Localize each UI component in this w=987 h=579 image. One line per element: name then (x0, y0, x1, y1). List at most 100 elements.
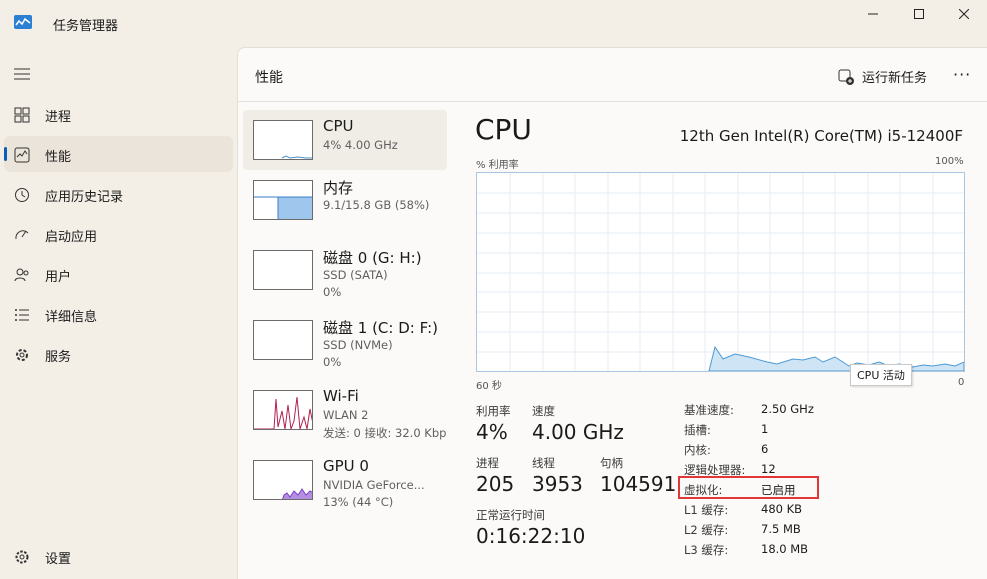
startup-icon (13, 226, 31, 244)
settings-label: 设置 (45, 552, 72, 567)
nav-label: 进程 (45, 110, 72, 125)
uptime-label: 正常运行时间 (476, 508, 545, 522)
spec-value: 2.50 GHz (761, 402, 814, 416)
device-item-gpu-0[interactable]: GPU 0 NVIDIA GeForce... 13% (44 °C) (243, 450, 447, 510)
run-task-label: 运行新任务 (862, 71, 928, 86)
nav-label: 用户 (45, 270, 72, 285)
run-task-icon (838, 69, 854, 85)
speed-label: 速度 (532, 404, 555, 418)
device-item-disk-1[interactable]: 磁盘 1 (C: D: F:) SSD (NVMe) 0% (243, 310, 447, 370)
page-title: 性能 (255, 70, 283, 86)
device-sub2: 发送: 0 接收: 32.0 Kbp (323, 426, 447, 440)
gpu-thumbnail (253, 460, 313, 500)
cpu-model: 12th Gen Intel(R) Core(TM) i5-12400F (679, 127, 963, 145)
nav-label: 性能 (45, 150, 72, 165)
processes-icon (13, 106, 31, 124)
nav-item-settings[interactable]: 设置 (4, 538, 233, 574)
device-sub: SSD (NVMe) (323, 338, 393, 352)
device-sub2: 0% (323, 355, 342, 369)
wifi-thumbnail (253, 390, 313, 430)
users-icon (13, 266, 31, 284)
util-label: 利用率 (476, 404, 511, 418)
device-sub2: 0% (323, 285, 342, 299)
handle-label: 句柄 (600, 456, 623, 470)
handle-value: 104591 (600, 472, 677, 496)
services-icon (13, 346, 31, 364)
spec-key: L2 缓存: (684, 523, 729, 537)
nav-item-startup[interactable]: 启动应用 (4, 216, 233, 252)
nav-label: 应用历史记录 (45, 190, 124, 205)
proc-value: 205 (476, 472, 515, 496)
maximize-button[interactable] (896, 0, 942, 28)
cpu-heading: CPU (475, 113, 532, 146)
device-sub2: 13% (44 °C) (323, 495, 394, 509)
gear-icon (13, 548, 31, 566)
nav-item-performance[interactable]: 性能 (4, 136, 233, 172)
uptime-value: 0:16:22:10 (476, 524, 586, 548)
title-bar: 任务管理器 (0, 0, 987, 46)
device-name: Wi-Fi (323, 387, 359, 405)
spec-value: 480 KB (761, 502, 803, 516)
proc-label: 进程 (476, 456, 499, 470)
device-sub: 4% 4.00 GHz (323, 138, 398, 152)
active-indicator (4, 147, 7, 161)
spec-key: 基准速度: (684, 403, 734, 417)
memory-thumbnail (253, 180, 313, 220)
device-name: CPU (323, 117, 354, 135)
nav-item-app-history[interactable]: 应用历史记录 (4, 176, 233, 212)
spec-value: 6 (761, 442, 769, 456)
nav-item-services[interactable]: 服务 (4, 336, 233, 372)
spec-key: L3 缓存: (684, 543, 729, 557)
device-item-disk-0[interactable]: 磁盘 0 (G: H:) SSD (SATA) 0% (243, 240, 447, 300)
nav-item-processes[interactable]: 进程 (4, 96, 233, 132)
spec-value: 1 (761, 422, 769, 436)
device-sub: NVIDIA GeForce... (323, 478, 425, 492)
disk0-thumbnail (253, 250, 313, 290)
device-item-memory[interactable]: 内存 9.1/15.8 GB (58%) (243, 170, 447, 230)
main-panel: 性能 运行新任务 ··· CPU 4% 4.00 GHz 内存 9.1/15.8… (237, 47, 987, 579)
more-options-button[interactable]: ··· (953, 65, 971, 84)
graph-label-util: % 利用率 (476, 160, 519, 171)
disk1-thumbnail (253, 320, 313, 360)
cpu-thumbnail (253, 120, 313, 160)
nav-item-details[interactable]: 详细信息 (4, 296, 233, 332)
thread-value: 3953 (532, 472, 583, 496)
hamburger-icon (14, 68, 30, 80)
graph-label-max: 100% (935, 156, 964, 167)
history-icon (13, 186, 31, 204)
spec-value: 12 (761, 462, 776, 476)
speed-value: 4.00 GHz (532, 420, 624, 444)
minimize-button[interactable] (850, 0, 896, 28)
spec-value: 7.5 MB (761, 522, 801, 536)
spec-key: L1 缓存: (684, 503, 729, 517)
spec-key: 插槽: (684, 423, 711, 437)
app-title: 任务管理器 (53, 19, 119, 34)
device-sub: WLAN 2 (323, 408, 369, 422)
device-item-cpu[interactable]: CPU 4% 4.00 GHz (243, 110, 447, 170)
main-header: 性能 运行新任务 ··· (238, 48, 987, 102)
nav-label: 启动应用 (45, 230, 98, 245)
details-icon (13, 306, 31, 324)
hamburger-menu-button[interactable] (8, 60, 36, 88)
task-manager-app-icon (14, 15, 32, 29)
cpu-utilization-graph (476, 172, 965, 372)
spec-value: 18.0 MB (761, 542, 809, 556)
spec-key: 内核: (684, 443, 711, 457)
close-button[interactable] (941, 0, 987, 28)
device-name: 磁盘 0 (G: H:) (323, 249, 422, 267)
nav-label: 详细信息 (45, 310, 98, 325)
cpu-activity-tooltip: CPU 活动 (850, 364, 912, 386)
device-name: GPU 0 (323, 457, 369, 475)
run-new-task-button[interactable]: 运行新任务 (838, 67, 927, 86)
nav-label: 服务 (45, 350, 72, 365)
graph-time-right: 0 (958, 377, 965, 388)
nav-item-users[interactable]: 用户 (4, 256, 233, 292)
device-item-wifi[interactable]: Wi-Fi WLAN 2 发送: 0 接收: 32.0 Kbp (243, 380, 447, 440)
performance-icon (13, 146, 31, 164)
device-sub: SSD (SATA) (323, 268, 388, 282)
thread-label: 线程 (532, 456, 555, 470)
graph-time-left: 60 秒 (476, 381, 502, 392)
device-name: 磁盘 1 (C: D: F:) (323, 319, 438, 337)
device-sub: 9.1/15.8 GB (58%) (323, 198, 430, 212)
device-name: 内存 (323, 179, 354, 197)
